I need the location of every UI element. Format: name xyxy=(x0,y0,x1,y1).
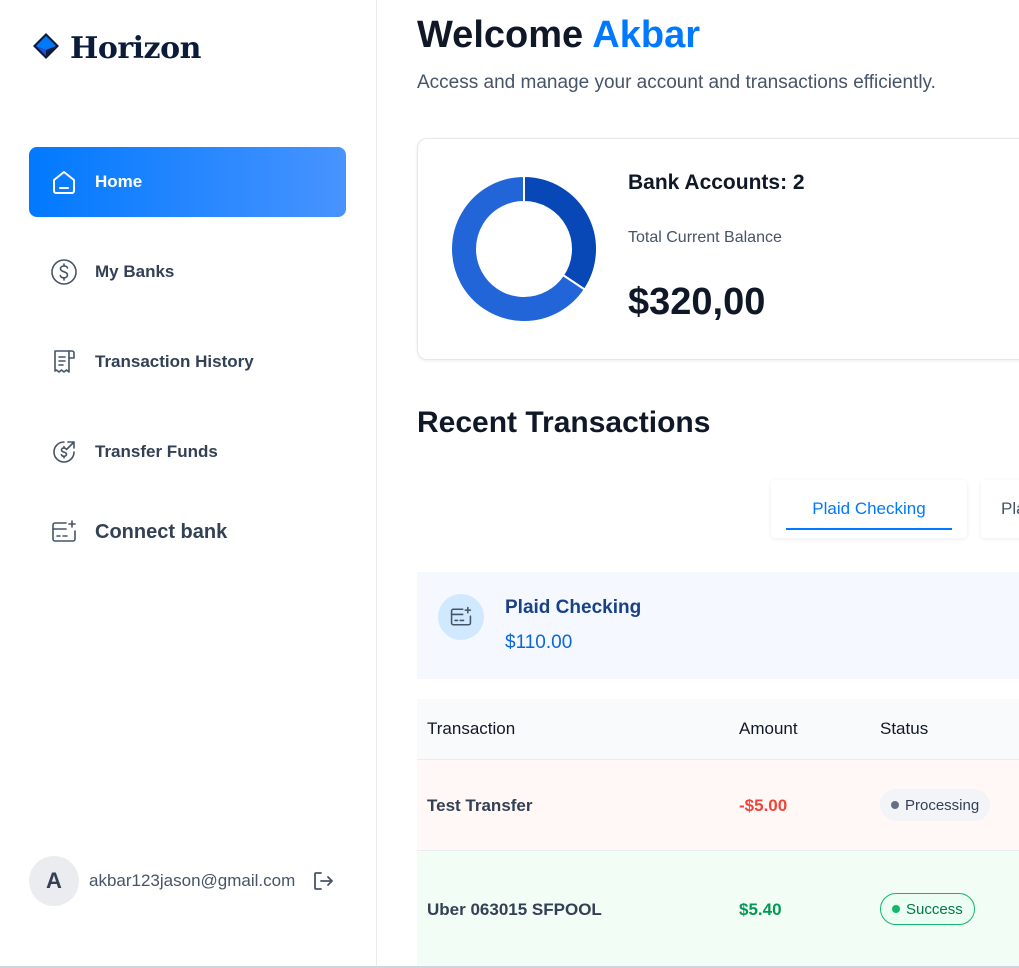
sidebar-item-my-banks[interactable]: My Banks xyxy=(29,237,346,307)
sidebar-item-label: Transfer Funds xyxy=(95,442,218,461)
recent-transactions-title: Recent Transactions xyxy=(417,406,711,439)
main-content: Welcome Akbar Access and manage your acc… xyxy=(377,0,1019,968)
total-balance-value: $320,00 xyxy=(628,281,766,323)
donut-segment-0 xyxy=(523,175,598,291)
page-subtitle: Access and manage your account and trans… xyxy=(417,72,936,93)
sidebar-item-label: Transaction History xyxy=(95,352,254,371)
transaction-name: Uber 063015 SFPOOL xyxy=(427,900,602,919)
bank-accounts-count: Bank Accounts: 2 xyxy=(628,171,805,194)
transaction-amount: $5.40 xyxy=(739,900,782,919)
selected-bank-amount: $110.00 xyxy=(505,632,573,653)
balance-card: Bank Accounts: 2 Total Current Balance $… xyxy=(417,138,1019,360)
status-badge: Success xyxy=(880,893,975,925)
sidebar: Horizon Home My Banks Transaction Histor… xyxy=(0,0,377,968)
table-header: Transaction Amount Status xyxy=(417,699,1019,759)
user-email: akbar123jason@gmail.com xyxy=(89,871,296,890)
tab-plaid-saving[interactable]: Pla xyxy=(981,480,1019,538)
avatar[interactable]: A xyxy=(29,856,79,906)
table-row[interactable]: Uber 063015 SFPOOL $5.40 Success xyxy=(417,850,1019,967)
column-header: Transaction xyxy=(427,719,516,738)
receipt-icon xyxy=(49,347,79,377)
card-add-icon xyxy=(49,517,79,547)
tab-label: Pla xyxy=(1001,499,1019,518)
sidebar-item-label: Connect bank xyxy=(95,520,228,543)
sidebar-item-home[interactable]: Home xyxy=(29,147,346,217)
selected-bank-info: Plaid Checking $110.00 xyxy=(417,572,1019,679)
sidebar-item-transfer-funds[interactable]: Transfer Funds xyxy=(29,417,346,487)
selected-bank-name: Plaid Checking xyxy=(505,597,642,618)
status-text: Processing xyxy=(905,796,980,814)
column-header: Status xyxy=(880,719,929,738)
total-balance-label: Total Current Balance xyxy=(628,229,782,246)
sidebar-item-label: Home xyxy=(95,172,143,191)
status-dot xyxy=(892,905,900,913)
money-send-icon xyxy=(49,437,79,467)
card-add-icon xyxy=(438,594,484,640)
status-badge: Processing xyxy=(880,789,991,821)
sidebar-item-connect-bank[interactable]: Connect bank xyxy=(29,497,346,567)
status-dot xyxy=(891,801,899,809)
sidebar-item-transaction-history[interactable]: Transaction History xyxy=(29,327,346,397)
greeting-text: Welcome xyxy=(417,14,584,56)
horizon-logo-icon xyxy=(30,30,62,67)
logo[interactable]: Horizon xyxy=(30,30,201,67)
transaction-amount: -$5.00 xyxy=(739,796,788,815)
home-icon xyxy=(49,167,79,197)
user-profile: A akbar123jason@gmail.com xyxy=(29,856,335,906)
logout-icon[interactable] xyxy=(311,869,335,893)
tab-active-indicator xyxy=(786,528,952,530)
user-name: Akbar xyxy=(592,14,701,56)
table-row[interactable]: Test Transfer -$5.00 Processing xyxy=(417,759,1019,850)
tab-plaid-checking[interactable]: Plaid Checking xyxy=(771,480,967,538)
transaction-name: Test Transfer xyxy=(427,796,533,815)
sidebar-item-label: My Banks xyxy=(95,262,175,281)
app-name: Horizon xyxy=(70,31,201,66)
dollar-circle-icon xyxy=(49,257,79,287)
tab-label: Plaid Checking xyxy=(812,499,926,518)
balance-donut-chart xyxy=(450,175,598,323)
status-text: Success xyxy=(906,900,963,918)
column-header: Amount xyxy=(739,719,798,738)
transactions-table: Transaction Amount Status Test Transfer … xyxy=(417,699,1019,967)
page-title: Welcome Akbar xyxy=(417,14,700,57)
